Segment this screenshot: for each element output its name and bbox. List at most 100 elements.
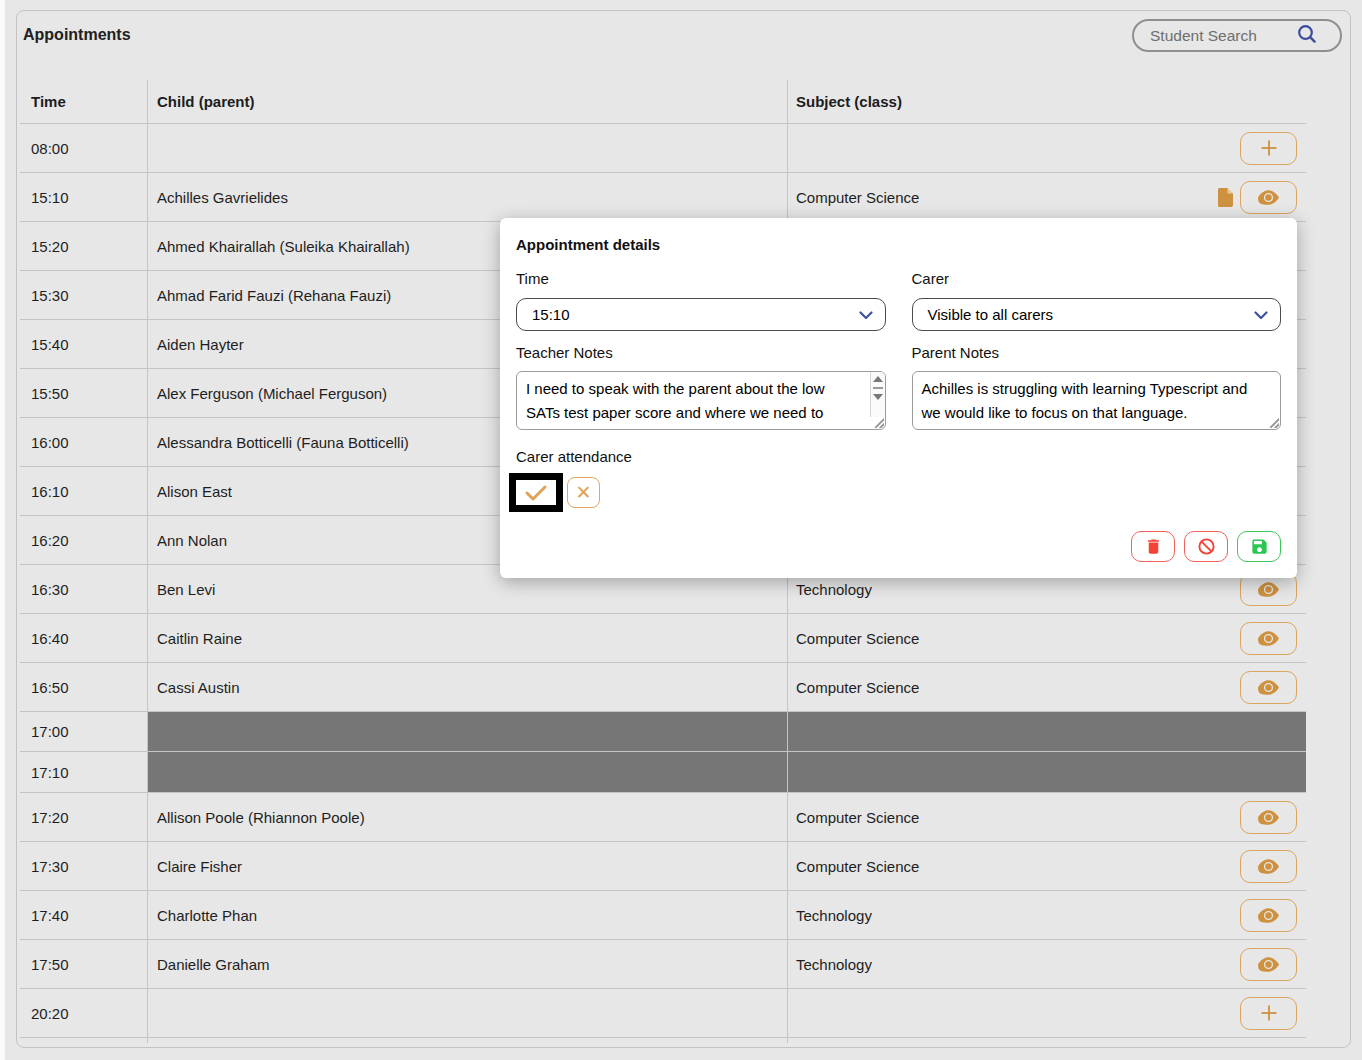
time-cell: 17:40 — [20, 891, 147, 939]
subject-cell: Computer Science — [787, 842, 1306, 890]
cancel-button[interactable] — [1184, 531, 1228, 562]
textarea-scrollbar[interactable] — [870, 372, 885, 417]
subject-text: Technology — [796, 956, 872, 973]
header-time: Time — [20, 80, 147, 123]
child-cell: Claire Fisher — [147, 842, 787, 890]
time-cell: 15:30 — [20, 271, 147, 319]
attendance-absent-button[interactable]: ✕ — [567, 477, 600, 508]
appointment-row-17:30: 17:30Claire Fisher Computer Science — [20, 842, 1306, 891]
search-input[interactable] — [1134, 27, 1294, 45]
child-cell — [147, 124, 787, 172]
appointment-row-15:10: 15:10Achilles GavrielidesComputer Scienc… — [20, 173, 1306, 222]
eye-icon — [1258, 628, 1279, 649]
time-cell: 16:40 — [20, 614, 147, 662]
eye-icon — [1258, 954, 1279, 975]
time-cell: 17:20 — [20, 793, 147, 841]
header-subject: Subject (class) — [787, 80, 1306, 123]
time-cell: 16:50 — [20, 663, 147, 711]
child-cell — [147, 989, 787, 1037]
chevron-down-icon — [859, 306, 873, 323]
resize-grip-icon[interactable] — [1266, 417, 1279, 428]
view-appointment-button[interactable] — [1240, 622, 1297, 655]
time-label: Time — [516, 270, 886, 289]
parent-notes-label: Parent Notes — [912, 344, 1282, 363]
check-icon — [524, 484, 548, 502]
time-select[interactable]: 15:10 — [516, 298, 886, 331]
scroll-down-icon[interactable] — [873, 394, 883, 400]
view-appointment-button[interactable] — [1240, 671, 1297, 704]
child-cell: Caitlin Raine — [147, 614, 787, 662]
subject-cell: Technology — [787, 940, 1306, 988]
search-icon[interactable] — [1296, 23, 1318, 49]
time-cell: 15:20 — [20, 222, 147, 270]
plus-icon — [1258, 137, 1280, 159]
time-cell: 16:10 — [20, 467, 147, 515]
appointment-row-17:40: 17:40Charlotte PhanTechnology — [20, 891, 1306, 940]
carer-select-value: Visible to all carers — [928, 306, 1054, 323]
carer-select[interactable]: Visible to all carers — [912, 298, 1282, 331]
time-cell: 16:00 — [20, 418, 147, 466]
page-title: Appointments — [23, 26, 131, 44]
eye-icon — [1258, 677, 1279, 698]
resize-grip-icon[interactable] — [871, 417, 884, 428]
view-appointment-button[interactable] — [1240, 899, 1297, 932]
subject-text: Computer Science — [796, 858, 919, 875]
child-cell: Cassi Austin — [147, 663, 787, 711]
subject-text: Computer Science — [796, 809, 919, 826]
appointment-row-08:00: 08:00 — [20, 124, 1306, 173]
subject-cell — [787, 989, 1306, 1037]
copy-icon — [1218, 188, 1233, 207]
subject-cell: Computer Science — [787, 614, 1306, 662]
teacher-notes-textarea[interactable]: I need to speak with the parent about th… — [516, 371, 886, 430]
parent-notes-text: Achilles is struggling with learning Typ… — [913, 372, 1281, 425]
time-cell: 15:50 — [20, 369, 147, 417]
eye-icon — [1258, 807, 1279, 828]
save-button[interactable] — [1237, 531, 1281, 562]
trash-icon — [1144, 537, 1163, 556]
eye-icon — [1258, 905, 1279, 926]
attendance-present-button[interactable] — [509, 473, 563, 512]
add-appointment-button[interactable] — [1240, 132, 1297, 165]
time-select-value: 15:10 — [532, 306, 570, 323]
student-search[interactable] — [1132, 19, 1342, 52]
subject-cell — [787, 752, 1306, 792]
scroll-thumb[interactable] — [873, 387, 883, 389]
delete-button[interactable] — [1131, 531, 1175, 562]
time-cell: 08:00 — [20, 124, 147, 172]
table-header: Time Child (parent) Subject (class) — [20, 80, 1306, 124]
subject-text: Computer Science — [796, 679, 919, 696]
subject-text: Computer Science — [796, 189, 919, 206]
appointment-row-16:40: 16:40Caitlin Raine Computer Science — [20, 614, 1306, 663]
subject-text: Technology — [796, 907, 872, 924]
time-cell: 17:00 — [20, 712, 147, 751]
save-icon — [1250, 537, 1269, 556]
subject-text: Technology — [796, 581, 872, 598]
appointment-row-17:00: 17:00 — [20, 712, 1306, 752]
view-appointment-button[interactable] — [1240, 801, 1297, 834]
child-cell — [147, 712, 787, 751]
carer-label: Carer — [912, 270, 1282, 289]
appointment-row-17:20: 17:20Allison Poole (Rhiannon Poole) Compu… — [20, 793, 1306, 842]
subject-cell: Computer Science — [787, 173, 1306, 221]
subject-cell — [787, 712, 1306, 751]
ban-icon — [1197, 537, 1216, 556]
time-cell: 17:10 — [20, 752, 147, 792]
parent-notes-textarea[interactable]: Achilles is struggling with learning Typ… — [912, 371, 1282, 430]
time-cell: 15:10 — [20, 173, 147, 221]
teacher-notes-label: Teacher Notes — [516, 344, 886, 363]
child-cell: Allison Poole (Rhiannon Poole) — [147, 793, 787, 841]
eye-icon — [1258, 579, 1279, 600]
appointment-row-20:20: 20:20 — [20, 989, 1306, 1038]
copy-icon[interactable] — [1218, 188, 1233, 207]
plus-icon — [1258, 1002, 1280, 1024]
add-appointment-button[interactable] — [1240, 997, 1297, 1030]
view-appointment-button[interactable] — [1240, 948, 1297, 981]
scroll-up-icon[interactable] — [873, 376, 883, 382]
time-cell: 17:30 — [20, 842, 147, 890]
view-appointment-button[interactable] — [1240, 181, 1297, 214]
view-appointment-button[interactable] — [1240, 850, 1297, 883]
teacher-notes-text: I need to speak with the parent about th… — [517, 372, 885, 425]
eye-icon — [1258, 856, 1279, 877]
subject-text: Computer Science — [796, 630, 919, 647]
appointment-row-16:50: 16:50Cassi Austin Computer Science — [20, 663, 1306, 712]
